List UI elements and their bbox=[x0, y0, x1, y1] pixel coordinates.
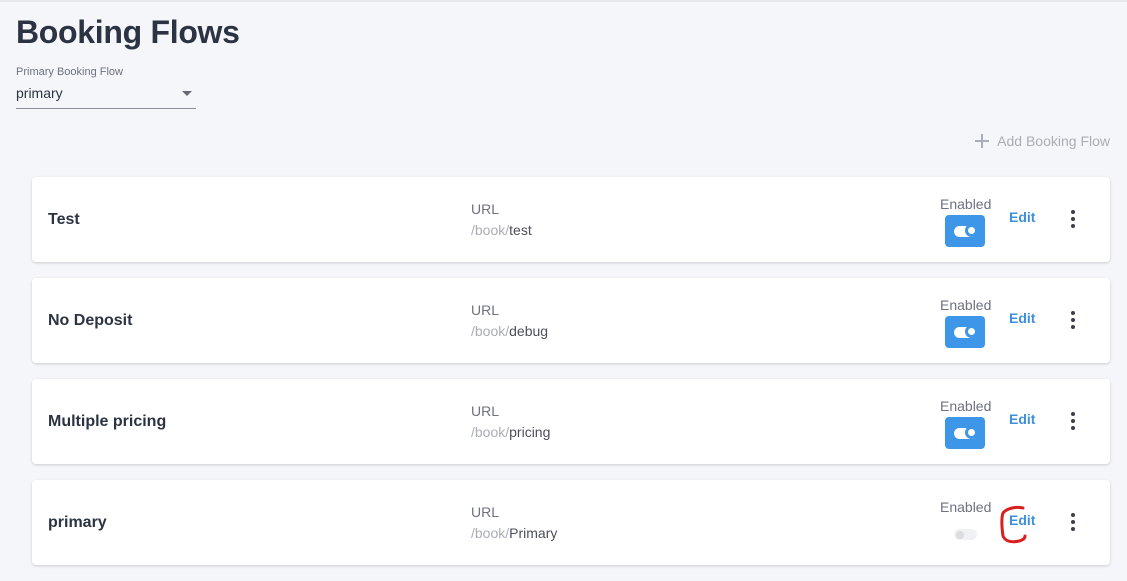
edit-button[interactable]: Edit bbox=[1009, 310, 1035, 326]
url-prefix: /book/ bbox=[471, 323, 510, 339]
enabled-control: Enabled bbox=[940, 196, 992, 247]
url-label: URL bbox=[471, 302, 500, 318]
enabled-control: Enabled bbox=[940, 499, 992, 550]
enabled-label: Enabled bbox=[940, 196, 992, 212]
toggle-track bbox=[954, 224, 978, 237]
url-path: /book/test bbox=[471, 222, 532, 238]
primary-flow-select-label: Primary Booking Flow bbox=[16, 66, 123, 78]
url-label: URL bbox=[471, 504, 500, 520]
enabled-toggle[interactable] bbox=[945, 215, 985, 247]
more-vertical-icon[interactable] bbox=[1064, 311, 1082, 331]
toggle-knob bbox=[965, 325, 978, 338]
url-slug: pricing bbox=[509, 424, 551, 440]
enabled-label: Enabled bbox=[940, 398, 992, 414]
toggle-track bbox=[954, 325, 978, 338]
url-path: /book/Primary bbox=[471, 525, 557, 541]
primary-flow-select[interactable]: Primary Booking Flow primary bbox=[16, 66, 196, 109]
toggle-track bbox=[954, 426, 978, 439]
url-path: /book/pricing bbox=[471, 424, 550, 440]
url-slug: debug bbox=[509, 323, 549, 339]
edit-button[interactable]: Edit bbox=[1009, 512, 1035, 528]
booking-flow-card: Test URL /book/test Enabled Edit bbox=[32, 177, 1110, 262]
booking-flow-list: Test URL /book/test Enabled Edit No Depo… bbox=[32, 177, 1110, 581]
more-vertical-icon[interactable] bbox=[1064, 412, 1082, 432]
edit-button[interactable]: Edit bbox=[1009, 411, 1035, 427]
plus-icon bbox=[975, 134, 990, 148]
flow-name: No Deposit bbox=[48, 312, 133, 329]
add-booking-flow-label: Add Booking Flow bbox=[997, 133, 1110, 149]
enabled-toggle[interactable] bbox=[945, 417, 985, 449]
enabled-toggle[interactable] bbox=[945, 316, 985, 348]
url-prefix: /book/ bbox=[471, 424, 510, 440]
add-booking-flow-button[interactable]: Add Booking Flow bbox=[975, 133, 1110, 149]
url-prefix: /book/ bbox=[471, 525, 510, 541]
url-slug: test bbox=[509, 222, 532, 238]
toggle-knob bbox=[956, 531, 964, 539]
flow-url: URL /book/test bbox=[471, 201, 532, 238]
url-prefix: /book/ bbox=[471, 222, 510, 238]
flow-name: primary bbox=[48, 514, 107, 531]
more-vertical-icon[interactable] bbox=[1064, 210, 1082, 230]
toggle-track bbox=[954, 529, 977, 540]
flow-name: Test bbox=[48, 211, 80, 228]
enabled-control: Enabled bbox=[940, 297, 992, 348]
toggle-knob bbox=[965, 224, 978, 237]
url-label: URL bbox=[471, 403, 500, 419]
more-vertical-icon[interactable] bbox=[1064, 513, 1082, 533]
flow-url: URL /book/pricing bbox=[471, 403, 550, 440]
toggle-knob bbox=[965, 426, 978, 439]
primary-flow-select-value: primary bbox=[16, 84, 63, 101]
chevron-down-icon[interactable] bbox=[182, 91, 192, 96]
edit-button[interactable]: Edit bbox=[1009, 209, 1035, 225]
booking-flow-card: primary URL /book/Primary Enabled Edit bbox=[32, 480, 1110, 565]
enabled-label: Enabled bbox=[940, 499, 992, 515]
url-label: URL bbox=[471, 201, 500, 217]
primary-flow-select-box[interactable]: primary bbox=[16, 83, 196, 109]
url-path: /book/debug bbox=[471, 323, 548, 339]
booking-flow-card: Multiple pricing URL /book/pricing Enabl… bbox=[32, 379, 1110, 464]
enabled-control: Enabled bbox=[940, 398, 992, 449]
enabled-toggle-disabled[interactable] bbox=[945, 518, 985, 550]
page-title: Booking Flows bbox=[16, 14, 240, 50]
booking-flow-card: No Deposit URL /book/debug Enabled Edit bbox=[32, 278, 1110, 363]
flow-name: Multiple pricing bbox=[48, 413, 167, 430]
enabled-label: Enabled bbox=[940, 297, 992, 313]
flow-url: URL /book/debug bbox=[471, 302, 548, 339]
top-divider bbox=[0, 0, 1127, 2]
flow-url: URL /book/Primary bbox=[471, 504, 557, 541]
url-slug: Primary bbox=[509, 525, 558, 541]
